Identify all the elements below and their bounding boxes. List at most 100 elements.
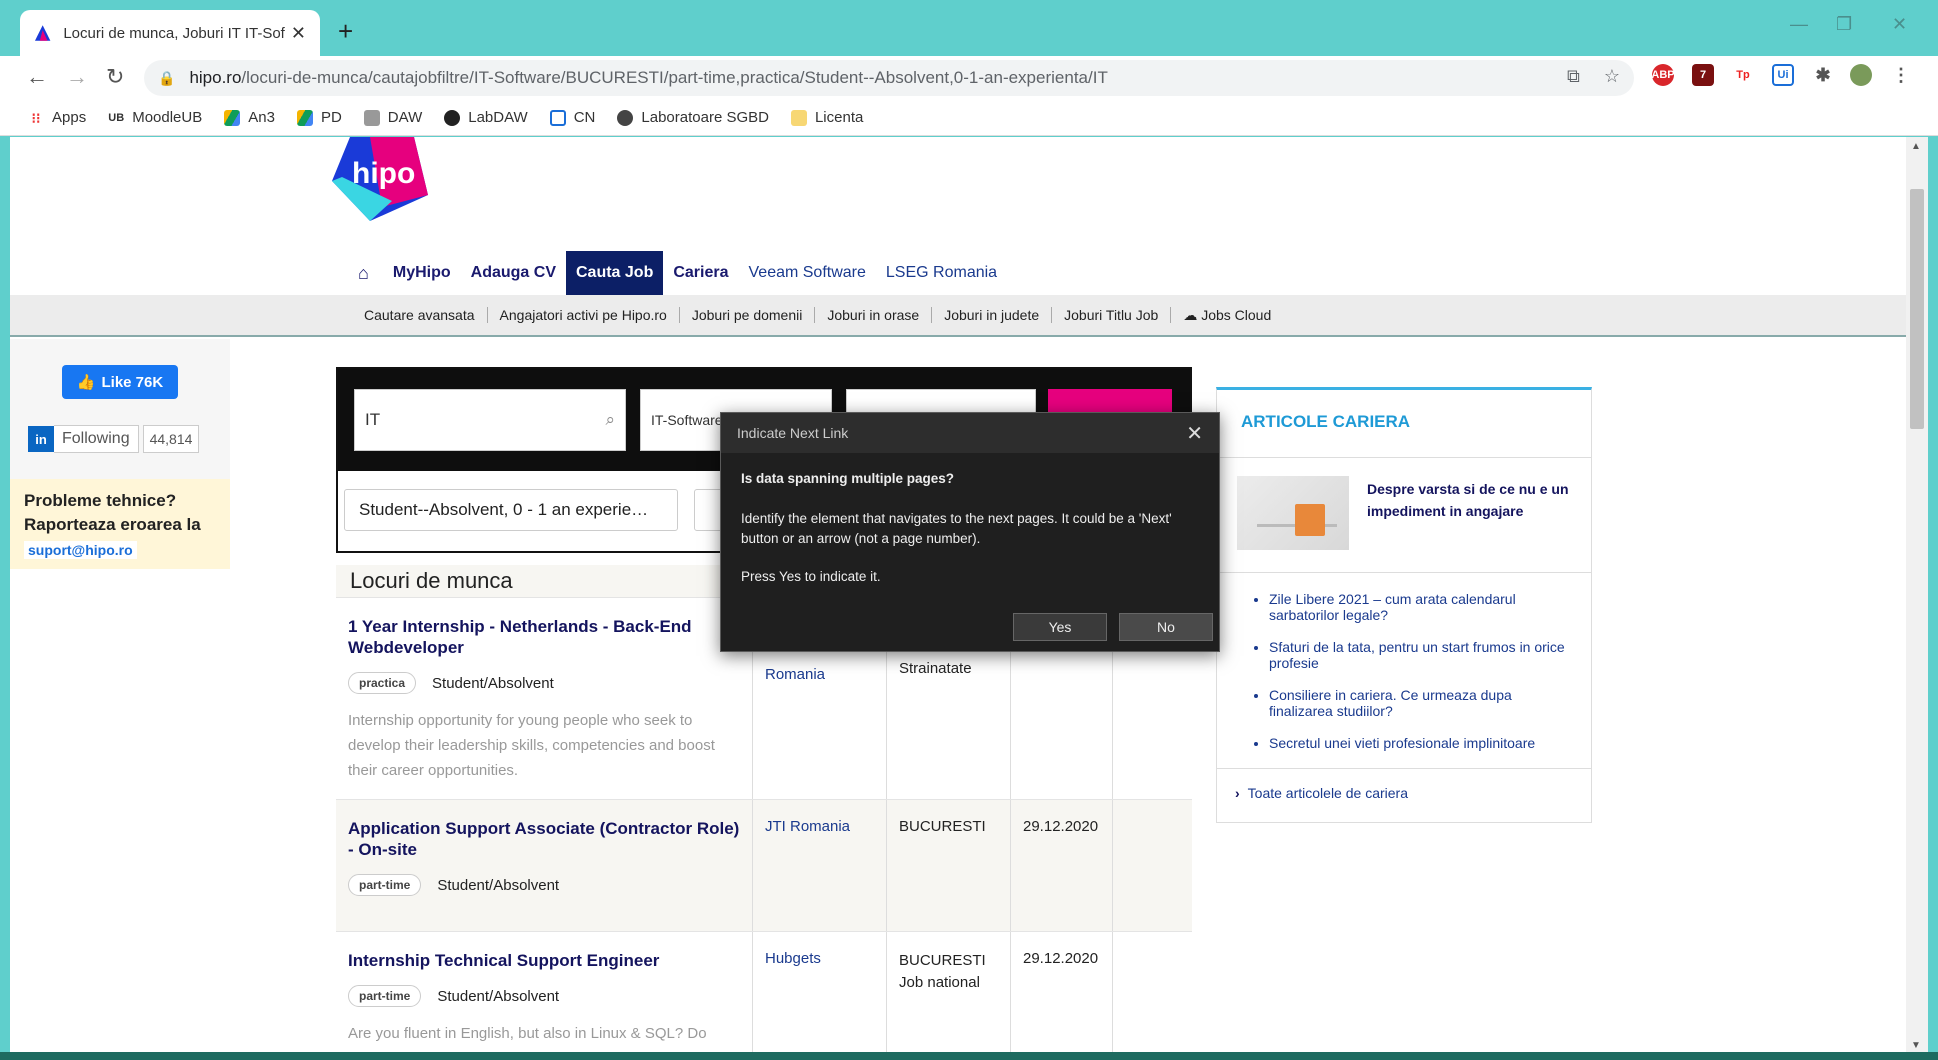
level-filter[interactable]: Student--Absolvent, 0 - 1 an experie… (344, 489, 678, 531)
job-type-tag: part-time (348, 874, 422, 896)
article-link[interactable]: Zile Libere 2021 – cum arata calendarul … (1269, 591, 1567, 623)
subnav-cautare-avansata[interactable]: Cautare avansata (352, 307, 488, 323)
bookmark-daw[interactable]: DAW (363, 109, 422, 126)
reload-icon[interactable]: ↻ (106, 64, 124, 90)
google-drive-icon (296, 109, 313, 126)
subnav-jobs-cloud[interactable]: ☁ Jobs Cloud (1171, 307, 1283, 324)
ub-icon: UB (108, 111, 125, 124)
company-cell[interactable]: JTI Romania (752, 800, 886, 931)
folder-icon (790, 109, 807, 126)
job-title-link[interactable]: Application Support Associate (Contracto… (348, 818, 740, 860)
browser-tab[interactable]: Locuri de munca, Joburi IT IT-Sof ✕ (20, 10, 320, 56)
domain-value: IT-Software (651, 412, 723, 428)
extensions-puzzle-icon[interactable]: ✱ (1812, 64, 1834, 86)
url-host: hipo.ro (189, 68, 242, 87)
dialog-close-icon[interactable]: ✕ (1186, 421, 1203, 446)
page-scrollbar[interactable]: ▲ ▼ (1906, 137, 1928, 1055)
bookmark-pd[interactable]: PD (296, 109, 342, 126)
url-path: /locuri-de-munca/cautajobfiltre/IT-Softw… (241, 68, 1108, 87)
action-cell (1112, 932, 1192, 1055)
new-tab-button[interactable]: + (338, 16, 353, 47)
tp-extension-icon[interactable]: Tp (1732, 64, 1754, 86)
no-button[interactable]: No (1119, 613, 1213, 641)
bookmark-moodleub[interactable]: UB MoodleUB (108, 109, 202, 126)
city-cell: BUCURESTI Job national (886, 932, 1010, 1055)
article-link[interactable]: Consiliere in cariera. Ce urmeaza dupa f… (1269, 687, 1567, 719)
job-results-table: 1 Year Internship - Netherlands - Back-E… (336, 597, 1192, 1055)
subnav-joburi-titlu[interactable]: Joburi Titlu Job (1052, 307, 1172, 323)
bookmarks-bar: ⁝⁝ Apps UB MoodleUB An3 PD DAW LabDAW CN L… (0, 100, 1938, 136)
forward-icon[interactable]: → (66, 64, 88, 90)
lock-icon: 🔒 (158, 69, 176, 86)
scrollbar-thumb[interactable] (1910, 189, 1924, 429)
dialog-body: Is data spanning multiple pages? Identif… (721, 453, 1219, 621)
scroll-down-icon[interactable]: ▼ (1911, 1040, 1921, 1051)
bookmark-laboratoare-sgbd[interactable]: Laboratoare SGBD (617, 109, 769, 126)
back-icon[interactable]: ← (26, 64, 48, 90)
tab-strip: Locuri de munca, Joburi IT IT-Sof ✕ + — … (0, 0, 1938, 56)
dialog-description: Identify the element that navigates to t… (741, 511, 1172, 546)
results-heading: Locuri de munca (336, 565, 756, 597)
scroll-up-icon[interactable]: ▲ (1911, 141, 1921, 152)
bookmark-cn[interactable]: CN (549, 109, 595, 126)
bookmark-apps[interactable]: ⁝⁝ Apps (28, 109, 87, 126)
date-cell: 29.12.2020 (1010, 800, 1112, 931)
linkedin-icon: in (28, 426, 54, 452)
support-email-link[interactable]: suport@hipo.ro (24, 541, 137, 559)
nav-veeam-software[interactable]: Veeam Software (739, 251, 876, 295)
job-description: Internship opportunity for young people … (348, 712, 715, 779)
home-icon[interactable]: ⌂ (348, 251, 383, 295)
ui-extension-icon[interactable]: Ui (1772, 64, 1794, 86)
translate-icon[interactable]: ⧉ (1567, 66, 1580, 87)
subnav-joburi-judete[interactable]: Joburi in judete (932, 307, 1053, 323)
window-close-icon[interactable]: ✕ (1892, 14, 1907, 35)
bookmark-label: PD (320, 109, 342, 126)
bookmark-an3[interactable]: An3 (224, 109, 275, 126)
job-title-link[interactable]: 1 Year Internship - Netherlands - Back-E… (348, 616, 740, 658)
article-link[interactable]: Secretul unei vieti profesionale implini… (1269, 735, 1567, 751)
chevron-right-icon: › (1235, 785, 1240, 801)
tab-close-icon[interactable]: ✕ (291, 23, 306, 44)
hipo-favicon-icon (34, 25, 51, 41)
subnav-joburi-orase[interactable]: Joburi in orase (815, 307, 933, 323)
job-info-cell: 1 Year Internship - Netherlands - Back-E… (336, 598, 752, 799)
linkedin-follow[interactable]: in Following 44,814 (28, 425, 200, 453)
table-row[interactable]: Internship Technical Support Engineer pa… (336, 931, 1192, 1055)
menu-kebab-icon[interactable]: ⋮ (1890, 64, 1912, 86)
minimize-icon[interactable]: — (1790, 14, 1808, 35)
job-title-link[interactable]: Internship Technical Support Engineer (348, 950, 740, 971)
city-extra: Job national (899, 974, 980, 991)
nav-lseg-romania[interactable]: LSEG Romania (876, 251, 1007, 295)
bookmark-star-icon[interactable]: ☆ (1604, 66, 1620, 87)
bookmark-label: LabDAW (468, 109, 528, 126)
featured-article-link[interactable]: Despre varsta si de ce nu e un impedimen… (1367, 478, 1579, 522)
date-cell: 29.12.2020 (1010, 932, 1112, 1055)
nav-adauga-cv[interactable]: Adauga CV (461, 251, 566, 295)
adblock-icon[interactable]: ABP (1651, 64, 1675, 86)
article-link[interactable]: Sfaturi de la tata, pentru un start frum… (1269, 639, 1567, 671)
all-articles-link[interactable]: › Toate articolele de cariera (1217, 768, 1591, 817)
bookmark-labdaw[interactable]: LabDAW (444, 109, 528, 126)
yes-button[interactable]: Yes (1013, 613, 1107, 641)
taskbar-strip (0, 1052, 1938, 1060)
bookmark-label: Apps (52, 109, 87, 126)
hipo-logo[interactable]: hipo (332, 137, 428, 221)
keyword-input[interactable]: IT ⌕ (354, 389, 626, 451)
subnav-angajatori[interactable]: Angajatori activi pe Hipo.ro (488, 307, 680, 323)
profile-avatar[interactable] (1850, 64, 1872, 86)
company-cell[interactable]: Hubgets (752, 932, 886, 1055)
featured-article-image[interactable] (1237, 476, 1349, 550)
subnav-joburi-domenii[interactable]: Joburi pe domenii (680, 307, 816, 323)
articles-heading: ARTICOLE CARIERA (1217, 390, 1591, 458)
bookmark-licenta[interactable]: Licenta (790, 109, 863, 126)
table-row[interactable]: Application Support Associate (Contracto… (336, 799, 1192, 931)
nav-myhipo[interactable]: MyHipo (383, 251, 461, 295)
ublock-icon[interactable]: 7 (1692, 64, 1714, 86)
action-cell (1112, 800, 1192, 931)
restore-icon[interactable]: ❐ (1836, 14, 1852, 35)
nav-cariera[interactable]: Cariera (663, 251, 738, 295)
facebook-like-button[interactable]: 👍 Like 76K (62, 365, 178, 399)
address-bar[interactable]: 🔒 hipo.ro/locuri-de-munca/cautajobfiltre… (144, 60, 1634, 96)
nav-cauta-job[interactable]: Cauta Job (566, 251, 664, 295)
job-info-cell: Internship Technical Support Engineer pa… (336, 932, 752, 1055)
